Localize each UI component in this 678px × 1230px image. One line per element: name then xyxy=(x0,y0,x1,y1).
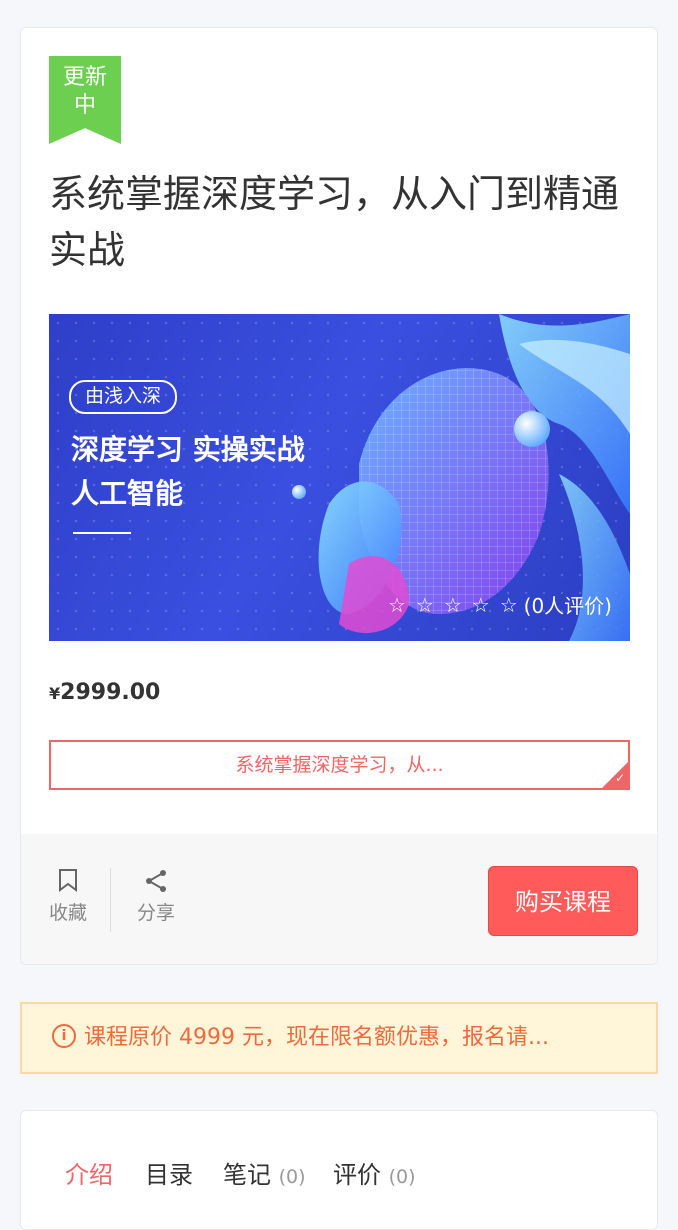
banner-divider xyxy=(73,532,131,534)
banner-headline-2: 人工智能 xyxy=(71,477,184,510)
check-icon: ✓ xyxy=(614,771,625,785)
share-label: 分享 xyxy=(136,902,175,924)
course-banner-image[interactable]: 由浅入深 深度学习 实操实战 人工智能 ☆ ☆ ☆ ☆ ☆ (0人评价) xyxy=(49,314,630,641)
price-value: 2999.00 xyxy=(60,680,161,705)
banner-headline-1: 深度学习 实操实战 xyxy=(71,433,305,466)
course-title: 系统掌握深度学习，从入门到精通实战 xyxy=(49,172,620,272)
notice-text: 课程原价 4999 元，现在限名额优惠，报名请... xyxy=(84,1025,549,1050)
currency-symbol: ¥ xyxy=(49,684,61,703)
status-ribbon-label: 更新中 xyxy=(62,65,107,118)
rating-count: (0人评价) xyxy=(523,594,612,618)
course-price: ¥2999.00 xyxy=(49,680,160,705)
status-ribbon: 更新中 xyxy=(49,56,121,144)
promotion-notice: i 课程原价 4999 元，现在限名额优惠，报名请... xyxy=(20,1002,658,1074)
bookmark-icon xyxy=(45,868,91,898)
tab-label: 目录 xyxy=(145,1161,193,1189)
star-icon: ☆ xyxy=(415,592,434,617)
banner-tag: 由浅入深 xyxy=(69,380,178,414)
share-icon xyxy=(133,868,179,898)
star-icon: ☆ xyxy=(471,592,490,617)
course-card: 更新中 系统掌握深度学习，从入门到精通实战 由浅入深 深度学习 实操实战 人工智… xyxy=(20,27,658,965)
tab-reviews[interactable]: 评价 (0) xyxy=(333,1155,416,1190)
star-icon: ☆ xyxy=(499,592,518,617)
tab-count: (0) xyxy=(388,1166,416,1188)
tab-label: 笔记 xyxy=(223,1161,271,1189)
plan-selector-label: 系统掌握深度学习，从... xyxy=(235,754,444,776)
course-tabs: 介绍 目录 笔记 (0) 评价 (0) xyxy=(20,1110,658,1230)
tab-count: (0) xyxy=(278,1166,306,1188)
tab-label: 介绍 xyxy=(65,1161,113,1189)
tab-intro[interactable]: 介绍 xyxy=(65,1155,113,1190)
plan-selector[interactable]: 系统掌握深度学习，从... ✓ xyxy=(49,740,630,790)
rating-summary: ☆ ☆ ☆ ☆ ☆ (0人评价) xyxy=(388,590,612,619)
tab-label: 评价 xyxy=(333,1161,381,1189)
favorite-label: 收藏 xyxy=(48,902,87,924)
share-button[interactable]: 分享 xyxy=(133,868,179,925)
tab-catalog[interactable]: 目录 xyxy=(145,1155,193,1190)
buy-course-button[interactable]: 购买课程 xyxy=(488,866,638,936)
action-bar: 收藏 分享 购买课程 xyxy=(21,834,657,964)
star-icon: ☆ xyxy=(387,592,406,617)
action-divider xyxy=(110,868,111,932)
tab-notes[interactable]: 笔记 (0) xyxy=(223,1155,306,1190)
star-icon: ☆ xyxy=(443,592,462,617)
favorite-button[interactable]: 收藏 xyxy=(45,868,91,925)
info-icon: i xyxy=(52,1024,76,1048)
